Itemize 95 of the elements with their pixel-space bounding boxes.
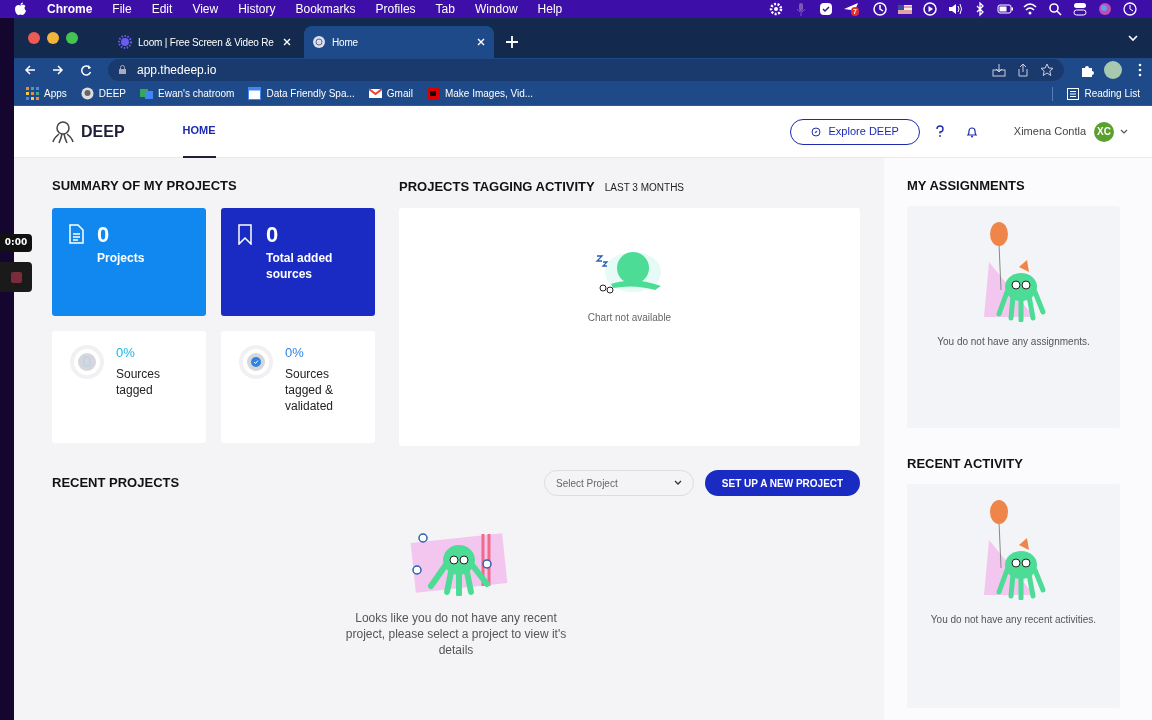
document-icon: [68, 224, 85, 245]
close-icon[interactable]: [476, 37, 486, 47]
bookmark[interactable]: Data Friendly Spa...: [248, 86, 355, 101]
list-icon: [1067, 87, 1080, 100]
tab-title: Loom | Free Screen & Video Re: [138, 35, 275, 50]
volume-icon[interactable]: [947, 1, 963, 17]
progress-label: Sources tagged: [116, 365, 162, 398]
stat-label: Total added sources: [266, 250, 334, 282]
check-circle-icon: [237, 343, 275, 381]
star-icon[interactable]: [1040, 63, 1054, 77]
stat-label: Projects: [97, 250, 145, 266]
reload-icon[interactable]: [80, 64, 92, 76]
progress-value: 0%: [285, 344, 305, 362]
maximize-window-button[interactable]: [66, 32, 78, 44]
url-text: app.thedeep.io: [137, 62, 217, 79]
menu-item[interactable]: Help: [537, 0, 563, 18]
toggle-icon[interactable]: [1072, 1, 1088, 17]
close-window-button[interactable]: [28, 32, 40, 44]
history-icon[interactable]: [872, 1, 888, 17]
lock-icon: [118, 65, 127, 75]
chevron-down-icon: [674, 480, 682, 486]
reading-list-button[interactable]: Reading List: [1067, 86, 1140, 101]
chat-icon: [140, 87, 154, 100]
menu-item[interactable]: File: [112, 0, 132, 18]
more-icon[interactable]: [1138, 63, 1142, 77]
back-icon[interactable]: [24, 64, 36, 76]
bookmark-icon: [237, 224, 254, 245]
section-title: SUMMARY OF MY PROJECTS: [52, 177, 238, 195]
grid-icon: [26, 87, 39, 100]
menu-item[interactable]: Window: [474, 0, 518, 18]
project-select[interactable]: Select Project: [544, 470, 694, 496]
check-icon[interactable]: [818, 1, 834, 17]
sun-icon: [118, 35, 132, 49]
stat-value: 0: [97, 222, 111, 248]
bookmark[interactable]: Gmail: [368, 86, 413, 101]
globe-icon: [312, 35, 326, 49]
calendar-icon: [248, 87, 262, 100]
browser-tab[interactable]: Home: [304, 26, 494, 58]
bookmark[interactable]: DEEP: [80, 86, 127, 101]
stat-card[interactable]: 0 Total added sources: [221, 208, 375, 316]
bell-icon[interactable]: [965, 125, 978, 138]
clock-icon[interactable]: [1122, 1, 1138, 17]
menu-item[interactable]: Profiles: [375, 0, 416, 18]
brand-name: DEEP: [81, 121, 125, 142]
close-icon[interactable]: [282, 37, 292, 47]
stat-card[interactable]: 0 Projects: [52, 208, 206, 316]
recording-timer: 0:00: [0, 234, 32, 252]
orb-icon[interactable]: [1097, 1, 1113, 17]
chevron-down-icon[interactable]: [1120, 128, 1128, 135]
bookmark[interactable]: Make Images, Vid...: [426, 86, 534, 101]
section-title: MY ASSIGNMENTS: [907, 177, 1026, 195]
download-icon[interactable]: [992, 63, 1006, 77]
address-bar[interactable]: app.thedeep.io: [108, 59, 1064, 81]
menu-item[interactable]: Tab: [435, 0, 455, 18]
menu-item[interactable]: View: [192, 0, 219, 18]
progress-label: Sources tagged & validated: [285, 365, 335, 414]
empty-projects-text: Looks like you do not have any recent project, please select a project to view it's details: [344, 610, 568, 658]
menu-item[interactable]: History: [238, 0, 276, 18]
bookmark[interactable]: Apps: [26, 86, 67, 101]
empty-text: You do not have any recent activities.: [930, 613, 1097, 627]
bookmark[interactable]: Ewan's chatroom: [140, 86, 235, 101]
video-icon: [426, 87, 440, 100]
profile-avatar[interactable]: [1104, 61, 1122, 79]
menu-item[interactable]: Bookmarks: [295, 0, 356, 18]
gear-icon[interactable]: [768, 1, 784, 17]
apple-icon[interactable]: [14, 2, 27, 16]
section-title: RECENT ACTIVITY: [907, 455, 1024, 473]
mail-icon: [368, 87, 382, 100]
empty-text: You do not have any assignments.: [937, 335, 1090, 349]
forward-icon[interactable]: [52, 64, 64, 76]
progress-value: 0%: [116, 344, 136, 362]
play-icon[interactable]: [922, 1, 938, 17]
nav-tab[interactable]: HOME: [182, 106, 216, 158]
search-icon[interactable]: [1047, 1, 1063, 17]
plus-icon[interactable]: [506, 36, 518, 48]
section-title: PROJECTS TAGGING ACTIVITY: [399, 178, 595, 197]
new-project-button[interactable]: SET UP A NEW PROJECT: [705, 470, 860, 496]
user-name[interactable]: Ximena Contla: [1013, 123, 1086, 140]
share-icon[interactable]: [1016, 63, 1030, 77]
wifi-icon[interactable]: [1022, 1, 1038, 17]
battery-icon[interactable]: [997, 1, 1013, 17]
compass-icon: [810, 126, 821, 137]
browser-tab[interactable]: Loom | Free Screen & Video Re: [110, 26, 300, 58]
octopus-logo-icon: [51, 119, 75, 144]
minimize-window-button[interactable]: [47, 32, 59, 44]
menu-app-name[interactable]: Chrome: [47, 0, 93, 18]
tab-title: Home: [332, 35, 359, 50]
section-title: RECENT PROJECTS: [52, 474, 180, 493]
help-icon[interactable]: [933, 125, 944, 138]
period-label: LAST 3 MONTHS: [604, 180, 685, 195]
menu-item[interactable]: Edit: [151, 0, 173, 18]
stat-value: 0: [266, 222, 280, 248]
empty-chart-text: Chart not available: [587, 311, 672, 325]
document-circle-icon: [68, 343, 106, 381]
puzzle-icon[interactable]: [1080, 63, 1094, 77]
